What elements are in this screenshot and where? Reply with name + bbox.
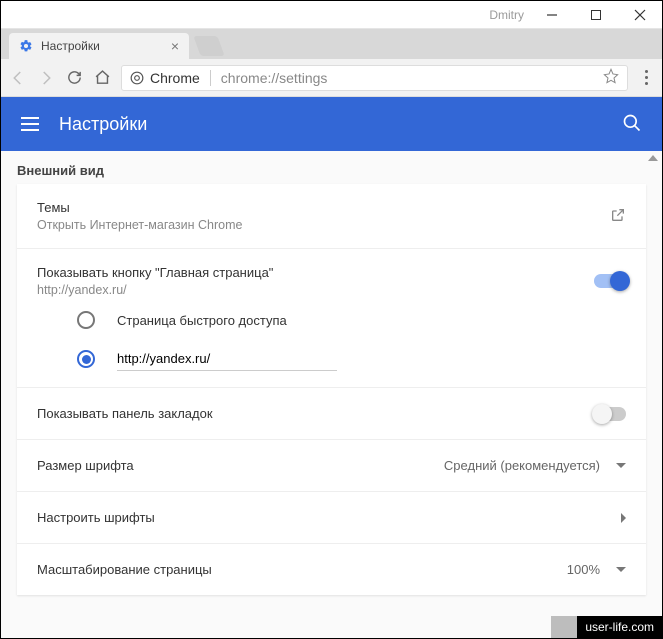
reload-icon: [66, 69, 83, 86]
star-icon: [603, 68, 619, 84]
settings-header: Настройки: [1, 97, 662, 151]
themes-title: Темы: [37, 200, 242, 215]
home-button-toggle[interactable]: [594, 274, 626, 288]
chevron-down-icon: [616, 567, 626, 572]
font-size-title: Размер шрифта: [37, 458, 134, 473]
nav-back-button[interactable]: [9, 69, 27, 87]
settings-content: Внешний вид Темы Открыть Интернет-магази…: [1, 151, 662, 638]
themes-subtitle: Открыть Интернет-магазин Chrome: [37, 218, 242, 232]
browser-menu-button[interactable]: [638, 70, 654, 85]
address-path: chrome://settings: [221, 70, 328, 86]
home-icon: [94, 69, 111, 86]
row-home-button: Показывать кнопку "Главная страница" htt…: [17, 249, 646, 388]
row-themes[interactable]: Темы Открыть Интернет-магазин Chrome: [17, 184, 646, 249]
arrow-left-icon: [9, 69, 27, 87]
settings-search-button[interactable]: [622, 113, 642, 136]
tab-close-button[interactable]: ×: [171, 39, 179, 53]
close-icon: [634, 9, 646, 21]
customize-fonts-title: Настроить шрифты: [37, 510, 155, 525]
new-tab-button[interactable]: [193, 36, 224, 56]
address-separator: [210, 70, 211, 86]
row-bookmarks-bar: Показывать панель закладок: [17, 388, 646, 440]
address-bar: Chrome chrome://settings: [1, 59, 662, 97]
arrow-right-icon: [37, 69, 55, 87]
maximize-icon: [591, 10, 601, 20]
window-minimize-button[interactable]: [530, 1, 574, 29]
watermark-label: user-life.com: [577, 616, 662, 638]
radio-ntp-label: Страница быстрого доступа: [117, 313, 287, 328]
font-size-value: Средний (рекомендуется): [444, 458, 600, 473]
radio-ntp-indicator: [77, 311, 95, 329]
settings-menu-button[interactable]: [21, 117, 39, 131]
nav-reload-button[interactable]: [65, 69, 83, 87]
chevron-right-icon: [621, 513, 626, 523]
tab-settings[interactable]: Настройки ×: [9, 33, 189, 59]
radio-option-ntp[interactable]: Страница быстрого доступа: [77, 311, 626, 329]
nav-home-button[interactable]: [93, 69, 111, 87]
radio-custom-indicator: [77, 350, 95, 368]
watermark: user-life.com: [551, 616, 662, 638]
chevron-down-icon: [616, 463, 626, 468]
page-zoom-value: 100%: [567, 562, 600, 577]
settings-title: Настройки: [59, 114, 147, 135]
window-titlebar: Dmitry: [1, 1, 662, 29]
appearance-card: Темы Открыть Интернет-магазин Chrome Пок…: [17, 184, 646, 595]
search-icon: [622, 113, 642, 133]
radio-option-custom[interactable]: [77, 347, 626, 371]
window-close-button[interactable]: [618, 1, 662, 29]
page-zoom-title: Масштабирование страницы: [37, 562, 212, 577]
tab-title: Настройки: [41, 39, 100, 53]
minimize-icon: [546, 9, 558, 21]
bookmark-star-button[interactable]: [603, 68, 619, 87]
home-button-subtitle: http://yandex.ru/: [37, 283, 273, 297]
window-maximize-button[interactable]: [574, 1, 618, 29]
bookmarks-bar-title: Показывать панель закладок: [37, 406, 213, 421]
chrome-icon: [130, 71, 144, 85]
page-zoom-select[interactable]: 100%: [567, 562, 626, 577]
scroll-up-arrow[interactable]: [646, 151, 660, 165]
window-user-label: Dmitry: [489, 8, 524, 22]
row-page-zoom[interactable]: Масштабирование страницы 100%: [17, 544, 646, 595]
bookmarks-bar-toggle[interactable]: [594, 407, 626, 421]
nav-forward-button[interactable]: [37, 69, 55, 87]
section-title-appearance: Внешний вид: [1, 151, 662, 184]
address-field[interactable]: Chrome chrome://settings: [121, 65, 628, 91]
font-size-select[interactable]: Средний (рекомендуется): [444, 458, 626, 473]
home-url-input[interactable]: [117, 347, 337, 371]
row-customize-fonts[interactable]: Настроить шрифты: [17, 492, 646, 544]
home-button-title: Показывать кнопку "Главная страница": [37, 265, 273, 280]
tab-strip: Настройки ×: [1, 29, 662, 59]
gear-icon: [19, 39, 33, 53]
row-font-size[interactable]: Размер шрифта Средний (рекомендуется): [17, 440, 646, 492]
address-host: Chrome: [150, 70, 200, 86]
external-link-icon: [610, 207, 626, 226]
home-button-radio-group: Страница быстрого доступа: [37, 311, 626, 371]
